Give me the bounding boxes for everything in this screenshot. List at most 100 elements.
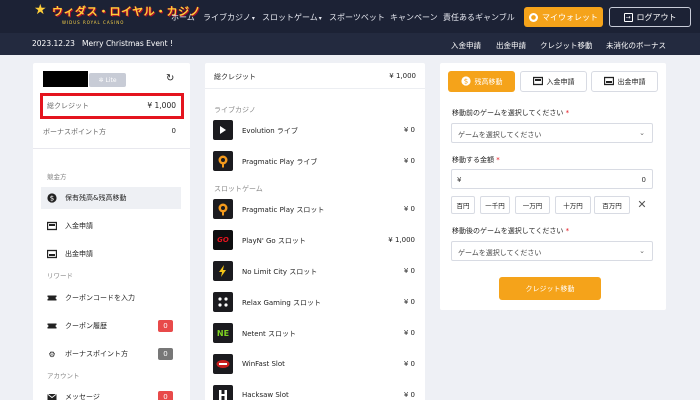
- bonus-count-badge: 0: [158, 348, 173, 360]
- tab-withdraw[interactable]: 出金申請: [591, 71, 658, 92]
- sidebar-item-label: ボーナスポイント方: [65, 350, 128, 358]
- from-game-select[interactable]: ゲームを選択してください ⌄: [451, 123, 653, 143]
- nav-live-casino-label: ライブカジノ: [203, 13, 251, 22]
- chevron-down-icon: ▾: [318, 15, 322, 22]
- game-name: Pragmatic Play ライブ: [242, 158, 318, 166]
- current-date: 2023.12.23: [32, 39, 75, 48]
- amount-label-text: 移動する金額: [452, 156, 494, 164]
- game-name: No Limit City スロット: [242, 268, 318, 276]
- lightning-icon: [213, 261, 233, 281]
- amount-chip-100[interactable]: 百円: [451, 196, 475, 214]
- netent-icon: NE: [213, 323, 233, 343]
- game-amount: ¥ 0: [403, 329, 415, 337]
- coupon-count-badge: 0: [158, 320, 173, 332]
- sidebar-item-coupon-history[interactable]: クーポン履歴 0: [41, 315, 181, 337]
- game-name: Netent スロット: [242, 330, 297, 338]
- total-credit-label: 総クレジット: [214, 73, 256, 81]
- chevron-down-icon: ⌄: [639, 247, 645, 255]
- tab-label: 残高移動: [474, 77, 503, 86]
- my-wallet-label: マイウォレット: [542, 12, 598, 22]
- announcement-bar: 2023.12.23 Merry Christmas Event ! 入金申請 …: [0, 33, 700, 55]
- pragmatic-icon: [213, 199, 233, 219]
- sidebar-item-bonus-points[interactable]: ⚙ ボーナスポイント方 0: [41, 343, 181, 365]
- game-name: Evolution ライブ: [242, 127, 298, 135]
- evolution-icon: [213, 120, 233, 140]
- my-wallet-button[interactable]: ● マイウォレット: [524, 7, 603, 27]
- game-amount: ¥ 0: [403, 391, 415, 399]
- game-name: Relax Gaming スロット: [242, 299, 322, 307]
- dice-icon: [213, 292, 233, 312]
- logout-label: ログアウト: [636, 12, 677, 22]
- amount-label: 移動する金額 *: [452, 155, 500, 165]
- sidebar-item-deposit[interactable]: 入金申請: [41, 215, 181, 237]
- amount-chip-1000000[interactable]: 百万円: [594, 196, 630, 214]
- to-game-label-text: 移動後のゲームを選択してください: [452, 227, 564, 235]
- dollar-icon: $: [460, 75, 471, 88]
- sidebar-item-withdraw[interactable]: 出金申請: [41, 243, 181, 265]
- game-amount: ¥ 0: [403, 205, 415, 213]
- credit-transfer-button[interactable]: クレジット移動: [499, 277, 601, 300]
- to-game-select[interactable]: ゲームを選択してください ⌄: [451, 241, 653, 261]
- game-name: Pragmatic Play スロット: [242, 206, 325, 214]
- nav-responsible-gambling[interactable]: 責任あるギャンブル: [443, 12, 515, 23]
- sidebar-item-messages[interactable]: メッセージ 0: [41, 386, 181, 400]
- amount-input[interactable]: ¥ 0: [451, 169, 653, 189]
- redacted-username: [43, 71, 88, 87]
- game-amount: ¥ 1,000: [388, 236, 415, 244]
- credit-transfer-form: $ 残高移動 入金申請 出金申請 移動前のゲームを選択してください * ゲームを…: [440, 63, 666, 310]
- game-amount: ¥ 0: [403, 360, 415, 368]
- game-balances-panel: 総クレジット ¥ 1,000 ライブカジノ Evolution ライブ ¥ 0 …: [205, 63, 425, 400]
- logout-icon: →: [623, 12, 633, 22]
- from-game-label-text: 移動前のゲームを選択してください: [452, 109, 564, 117]
- brand-logo[interactable]: ★ ウィダス・ロイヤル・カジノ WIDUS ROYAL CASINO: [34, 2, 200, 31]
- nav-campaign[interactable]: キャンペーン: [390, 12, 438, 23]
- nav-slot-games[interactable]: スロットゲーム▾: [262, 12, 322, 23]
- nav-home[interactable]: ホーム: [171, 12, 195, 23]
- amount-chip-100000[interactable]: 十万円: [555, 196, 591, 214]
- tab-label: 入金申請: [546, 77, 575, 86]
- subbar-withdraw-link[interactable]: 出金申請: [496, 40, 526, 51]
- game-name: WinFast Slot: [242, 360, 285, 368]
- to-game-label: 移動後のゲームを選択してください *: [452, 226, 569, 236]
- amount-value: 0: [641, 176, 646, 184]
- game-amount: ¥ 0: [403, 267, 415, 275]
- total-credit-header: 総クレジット ¥ 1,000: [205, 63, 425, 89]
- sidebar-item-coupon-code[interactable]: クーポンコードを入力: [41, 287, 181, 309]
- ticket-icon: [47, 293, 57, 303]
- membership-icon: ✲: [98, 76, 104, 84]
- to-game-placeholder: ゲームを選択してください: [458, 249, 542, 257]
- nav-sports-bet[interactable]: スポーツベット: [329, 12, 385, 23]
- game-name: PlayN' Go スロット: [242, 237, 306, 245]
- sidebar-item-balance-transfer[interactable]: $ 保有残高&残高移動: [41, 187, 181, 209]
- logout-button[interactable]: → ログアウト: [609, 7, 691, 27]
- sidebar-item-label: クーポン履歴: [65, 322, 107, 330]
- account-sidebar: ✲ Lite ↻ 総クレジット ¥ 1,000 ボーナスポイント方 0 競金方 …: [33, 63, 190, 400]
- bonus-points-label: ボーナスポイント方: [43, 128, 106, 136]
- amount-chip-10000[interactable]: 一万円: [515, 196, 550, 214]
- top-nav: ★ ウィダス・ロイヤル・カジノ WIDUS ROYAL CASINO ホーム ラ…: [0, 0, 700, 33]
- subbar-unused-bonus-link[interactable]: 未消化のボーナス: [606, 40, 666, 51]
- section-slot-games: スロットゲーム: [214, 185, 263, 193]
- hacksaw-icon: [213, 385, 233, 400]
- event-banner-text[interactable]: Merry Christmas Event !: [82, 39, 173, 48]
- nav-slot-games-label: スロットゲーム: [262, 13, 318, 22]
- subbar-deposit-link[interactable]: 入金申請: [451, 40, 481, 51]
- game-balance-row: Relax Gaming スロット ¥ 0: [213, 291, 417, 313]
- sidebar-item-label: 保有残高&残高移動: [65, 194, 127, 202]
- game-balance-row: Pragmatic Play ライブ ¥ 0: [213, 150, 417, 172]
- nav-live-casino[interactable]: ライブカジノ▾: [203, 12, 255, 23]
- withdraw-icon: [47, 249, 57, 259]
- tab-deposit[interactable]: 入金申請: [520, 71, 587, 92]
- svg-text:$: $: [463, 77, 467, 85]
- close-icon[interactable]: ✕: [635, 198, 649, 212]
- amount-chip-1000[interactable]: 一千円: [480, 196, 510, 214]
- subbar-credit-transfer-link[interactable]: クレジット移動: [540, 40, 593, 51]
- pragmatic-icon: [213, 151, 233, 171]
- divider: [33, 148, 190, 149]
- required-mark: *: [496, 156, 500, 164]
- tab-balance-transfer[interactable]: $ 残高移動: [448, 71, 515, 92]
- refresh-icon[interactable]: ↻: [166, 74, 176, 84]
- total-credit-label: 総クレジット: [47, 102, 89, 110]
- sidebar-item-label: 出金申請: [65, 250, 93, 258]
- section-payment: 競金方: [47, 173, 67, 181]
